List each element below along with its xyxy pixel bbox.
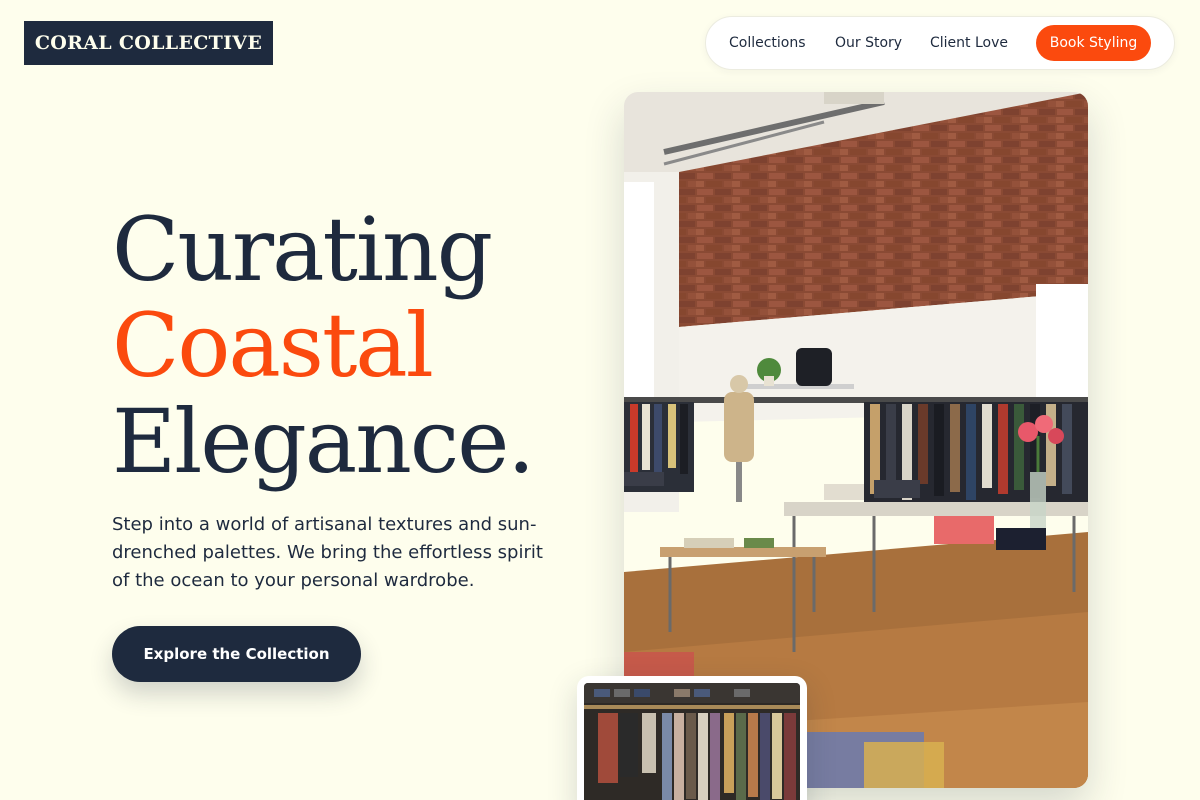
nav-link-client-love[interactable]: Client Love [930, 17, 1008, 69]
hero-subtext: Step into a world of artisanal textures … [112, 514, 543, 591]
hero-headline: Curating Coastal Elegance. [112, 198, 535, 493]
brand-logo[interactable]: CORAL COLLECTIVE [24, 21, 273, 65]
nav-link-collections[interactable]: Collections [729, 17, 806, 69]
book-styling-button[interactable]: Book Styling [1036, 25, 1151, 61]
headline-line-1: Curating [112, 198, 493, 301]
nav-link-our-story[interactable]: Our Story [835, 17, 902, 69]
main-nav: Collections Our Story Client Love Book S… [705, 16, 1175, 70]
headline-line-3: Elegance. [112, 390, 535, 493]
clothing-rack-photo [584, 683, 800, 800]
thumbnail-photo-card [577, 676, 807, 800]
explore-collection-button[interactable]: Explore the Collection [112, 626, 361, 682]
headline-line-2: Coastal [112, 294, 434, 397]
